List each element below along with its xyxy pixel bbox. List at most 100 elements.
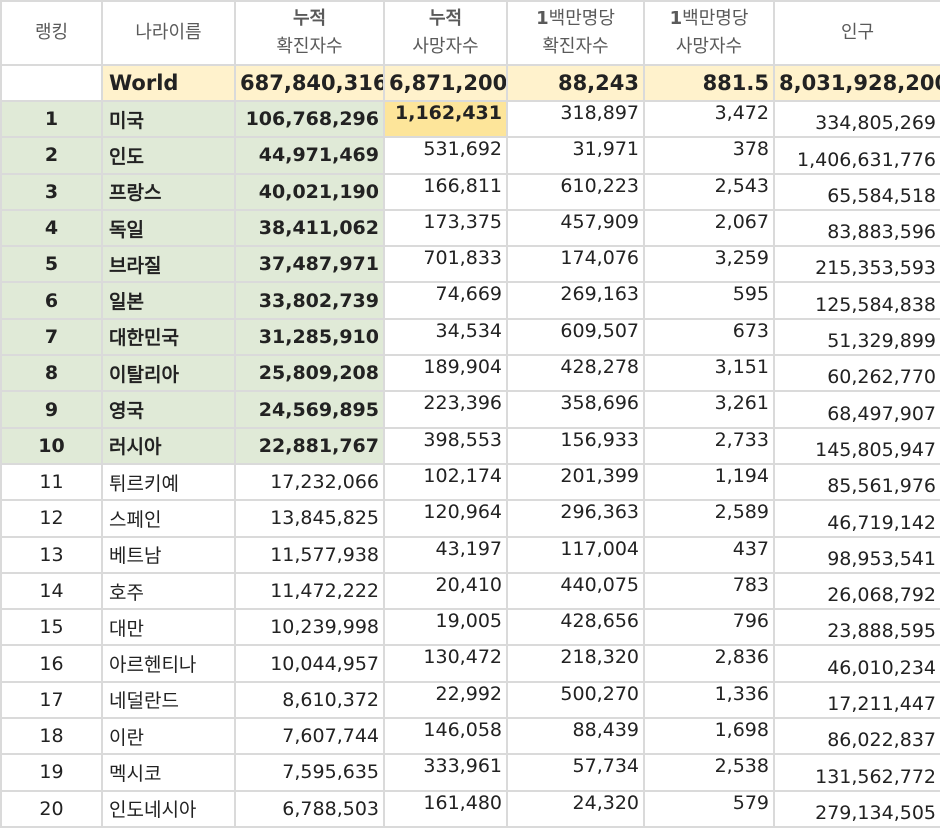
cases-per-million: 156,933 (506, 426, 645, 465)
world-deaths: 6,871,200 (383, 64, 508, 102)
cumulative-deaths: 1,162,431 (383, 99, 508, 139)
country-rank: 7 (0, 317, 103, 357)
population: 334,805,269 (773, 99, 940, 139)
cases-per-million: 610,223 (506, 172, 645, 211)
country-rank: 1 (0, 99, 103, 139)
cumulative-cases: 38,411,062 (234, 208, 385, 248)
country-rank: 3 (0, 172, 103, 211)
header-cum-deaths-line2: 사망자수 (412, 36, 479, 57)
population: 98,953,541 (773, 535, 940, 574)
deaths-per-million: 783 (643, 571, 775, 611)
deaths-per-million: 2,067 (643, 208, 775, 248)
header-rank-label: 랭킹 (34, 22, 69, 43)
cumulative-cases: 17,232,066 (234, 462, 385, 502)
world-deaths-per-million: 881.5 (643, 64, 775, 102)
cumulative-deaths: 166,811 (383, 172, 508, 211)
country-name: 튀르키예 (101, 462, 236, 502)
header-deaths-per-million-line2: 사망자수 (675, 36, 743, 57)
cumulative-cases: 106,768,296 (234, 99, 385, 139)
deaths-per-million: 2,733 (643, 426, 775, 465)
country-name: 프랑스 (101, 172, 236, 211)
cumulative-deaths: 398,553 (383, 426, 508, 465)
cumulative-cases: 7,595,635 (234, 753, 385, 792)
cases-per-million: 269,163 (506, 281, 645, 320)
country-rank: 8 (0, 354, 103, 393)
cumulative-cases: 25,809,208 (234, 354, 385, 393)
cumulative-cases: 22,881,767 (234, 426, 385, 465)
country-name: 영국 (101, 390, 236, 429)
cumulative-cases: 10,239,998 (234, 608, 385, 647)
cumulative-deaths: 74,669 (383, 281, 508, 320)
country-name: 인도 (101, 136, 236, 175)
cumulative-cases: 8,610,372 (234, 680, 385, 720)
population: 60,262,770 (773, 354, 940, 393)
country-name: 러시아 (101, 426, 236, 465)
population: 131,562,772 (773, 753, 940, 792)
cumulative-deaths: 161,480 (383, 789, 508, 828)
cumulative-deaths: 531,692 (383, 136, 508, 175)
country-name: 일본 (101, 281, 236, 320)
cumulative-cases: 33,802,739 (234, 281, 385, 320)
country-name: 이란 (101, 717, 236, 756)
population: 23,888,595 (773, 608, 940, 647)
cases-per-million: 218,320 (506, 644, 645, 683)
table-row: 3 프랑스 40,021,190 166,811 610,223 2,543 65,584,… (0, 172, 940, 211)
population: 17,211,447 (773, 680, 940, 720)
table-row: 4 독일 38,411,062 173,375 457,909 2,067 83,883,5… (0, 208, 940, 248)
cumulative-cases: 11,472,222 (234, 571, 385, 611)
header-cum-deaths-line1: 누적 (428, 8, 463, 29)
cumulative-deaths: 173,375 (383, 208, 508, 248)
country-rank: 20 (0, 789, 103, 828)
table-row: 18 이란 7,607,744 146,058 88,439 1,698 86,022,83… (0, 717, 940, 756)
country-rank: 18 (0, 717, 103, 756)
country-rank: 19 (0, 753, 103, 792)
deaths-per-million: 595 (643, 281, 775, 320)
header-cases-per-million-digit: 1 (536, 8, 549, 29)
header-cases-per-million: 1백만명당 확진자수 (506, 0, 645, 66)
deaths-per-million: 3,261 (643, 390, 775, 429)
population: 65,584,518 (773, 172, 940, 211)
population: 83,883,596 (773, 208, 940, 248)
country-rank: 16 (0, 644, 103, 683)
table-row: 11 튀르키예 17,232,066 102,174 201,399 1,194 85,56… (0, 462, 940, 502)
country-rank: 17 (0, 680, 103, 720)
deaths-per-million: 378 (643, 136, 775, 175)
cases-per-million: 500,270 (506, 680, 645, 720)
country-name: 대만 (101, 608, 236, 647)
cumulative-cases: 31,285,910 (234, 317, 385, 357)
country-rank: 15 (0, 608, 103, 647)
header-deaths-per-million: 1백만명당 사망자수 (643, 0, 775, 66)
cases-per-million: 201,399 (506, 462, 645, 502)
cumulative-cases: 40,021,190 (234, 172, 385, 211)
cases-per-million: 440,075 (506, 571, 645, 611)
table-row: 2 인도 44,971,469 531,692 31,971 378 1,406,631,7… (0, 136, 940, 175)
cumulative-cases: 6,788,503 (234, 789, 385, 828)
population: 85,561,976 (773, 462, 940, 502)
header-country: 나라이름 (101, 0, 236, 66)
country-rank: 11 (0, 462, 103, 502)
header-row: 랭킹 나라이름 누적 확진자수 누적 사망자수 1백만명당 확진자수 1백만명당 사망자… (0, 0, 940, 66)
cumulative-deaths: 189,904 (383, 354, 508, 393)
cumulative-deaths: 120,964 (383, 499, 508, 538)
cumulative-cases: 37,487,971 (234, 245, 385, 284)
header-country-label: 나라이름 (135, 22, 202, 43)
world-row: World 687,840,316 6,871,200 88,243 881.5… (0, 64, 940, 102)
table-row: 20 인도네시아 6,788,503 161,480 24,320 579 279,134,… (0, 789, 940, 828)
country-rank: 4 (0, 208, 103, 248)
country-rank: 6 (0, 281, 103, 320)
country-name: 베트남 (101, 535, 236, 574)
cases-per-million: 88,439 (506, 717, 645, 756)
header-cases-per-million-line1: 백만명당 (548, 8, 615, 29)
cases-per-million: 57,734 (506, 753, 645, 792)
deaths-per-million: 673 (643, 317, 775, 357)
country-name: 아르헨티나 (101, 644, 236, 683)
world-population: 8,031,928,200 (773, 64, 940, 102)
world-cases: 687,840,316 (234, 64, 385, 102)
cumulative-deaths: 19,005 (383, 608, 508, 647)
cumulative-cases: 7,607,744 (234, 717, 385, 756)
cases-per-million: 428,656 (506, 608, 645, 647)
header-population: 인구 (773, 0, 940, 66)
country-rank: 14 (0, 571, 103, 611)
cases-per-million: 24,320 (506, 789, 645, 828)
population: 26,068,792 (773, 571, 940, 611)
